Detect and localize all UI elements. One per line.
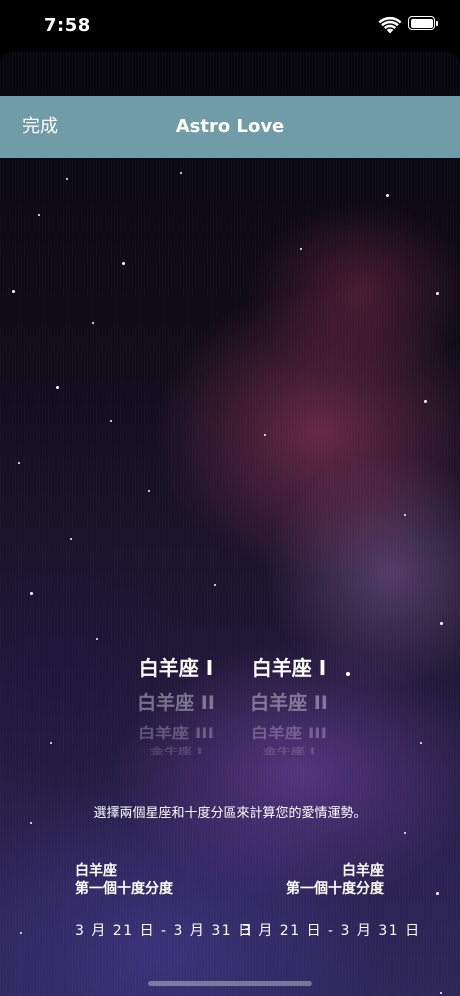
left-picker-selected[interactable]: 白羊座 I <box>111 652 241 681</box>
right-picker-option[interactable]: 金牛座 I <box>224 745 354 757</box>
right-sign-dates: 3 月 21 日 - 3 月 31 日 <box>242 923 421 939</box>
right-sign-name: 白羊座 <box>342 863 384 879</box>
right-picker-option[interactable]: 白羊座 III <box>224 721 354 742</box>
space-background <box>0 52 460 996</box>
instruction-text: 選擇兩個星座和十度分區來計算您的愛情運勢。 <box>93 806 367 821</box>
left-sign-dates: 3 月 21 日 - 3 月 31 日 <box>75 923 254 939</box>
nav-title: Astro Love <box>175 116 285 137</box>
left-sign-name: 白羊座 <box>75 863 117 879</box>
home-indicator[interactable] <box>148 981 312 986</box>
left-sign-decan: 第一個十度分度 <box>75 881 173 897</box>
left-picker-option[interactable]: 白羊座 III <box>111 721 241 742</box>
right-picker-selected[interactable]: 白羊座 I <box>224 652 354 681</box>
wifi-icon <box>378 16 402 34</box>
status-bar: 7:58 <box>0 0 460 48</box>
right-sign-summary: 白羊座 第一個十度分度 <box>286 862 384 898</box>
left-picker-option[interactable]: 白羊座 II <box>111 688 241 715</box>
right-sign-decan: 第一個十度分度 <box>286 881 384 897</box>
battery-full-icon <box>408 16 438 30</box>
navigation-bar: 完成 Astro Love <box>0 96 460 158</box>
status-time: 7:58 <box>44 15 91 36</box>
right-picker-option[interactable]: 白羊座 II <box>224 688 354 715</box>
left-picker-option[interactable]: 金牛座 I <box>111 745 241 757</box>
left-sign-summary: 白羊座 第一個十度分度 <box>75 862 173 898</box>
